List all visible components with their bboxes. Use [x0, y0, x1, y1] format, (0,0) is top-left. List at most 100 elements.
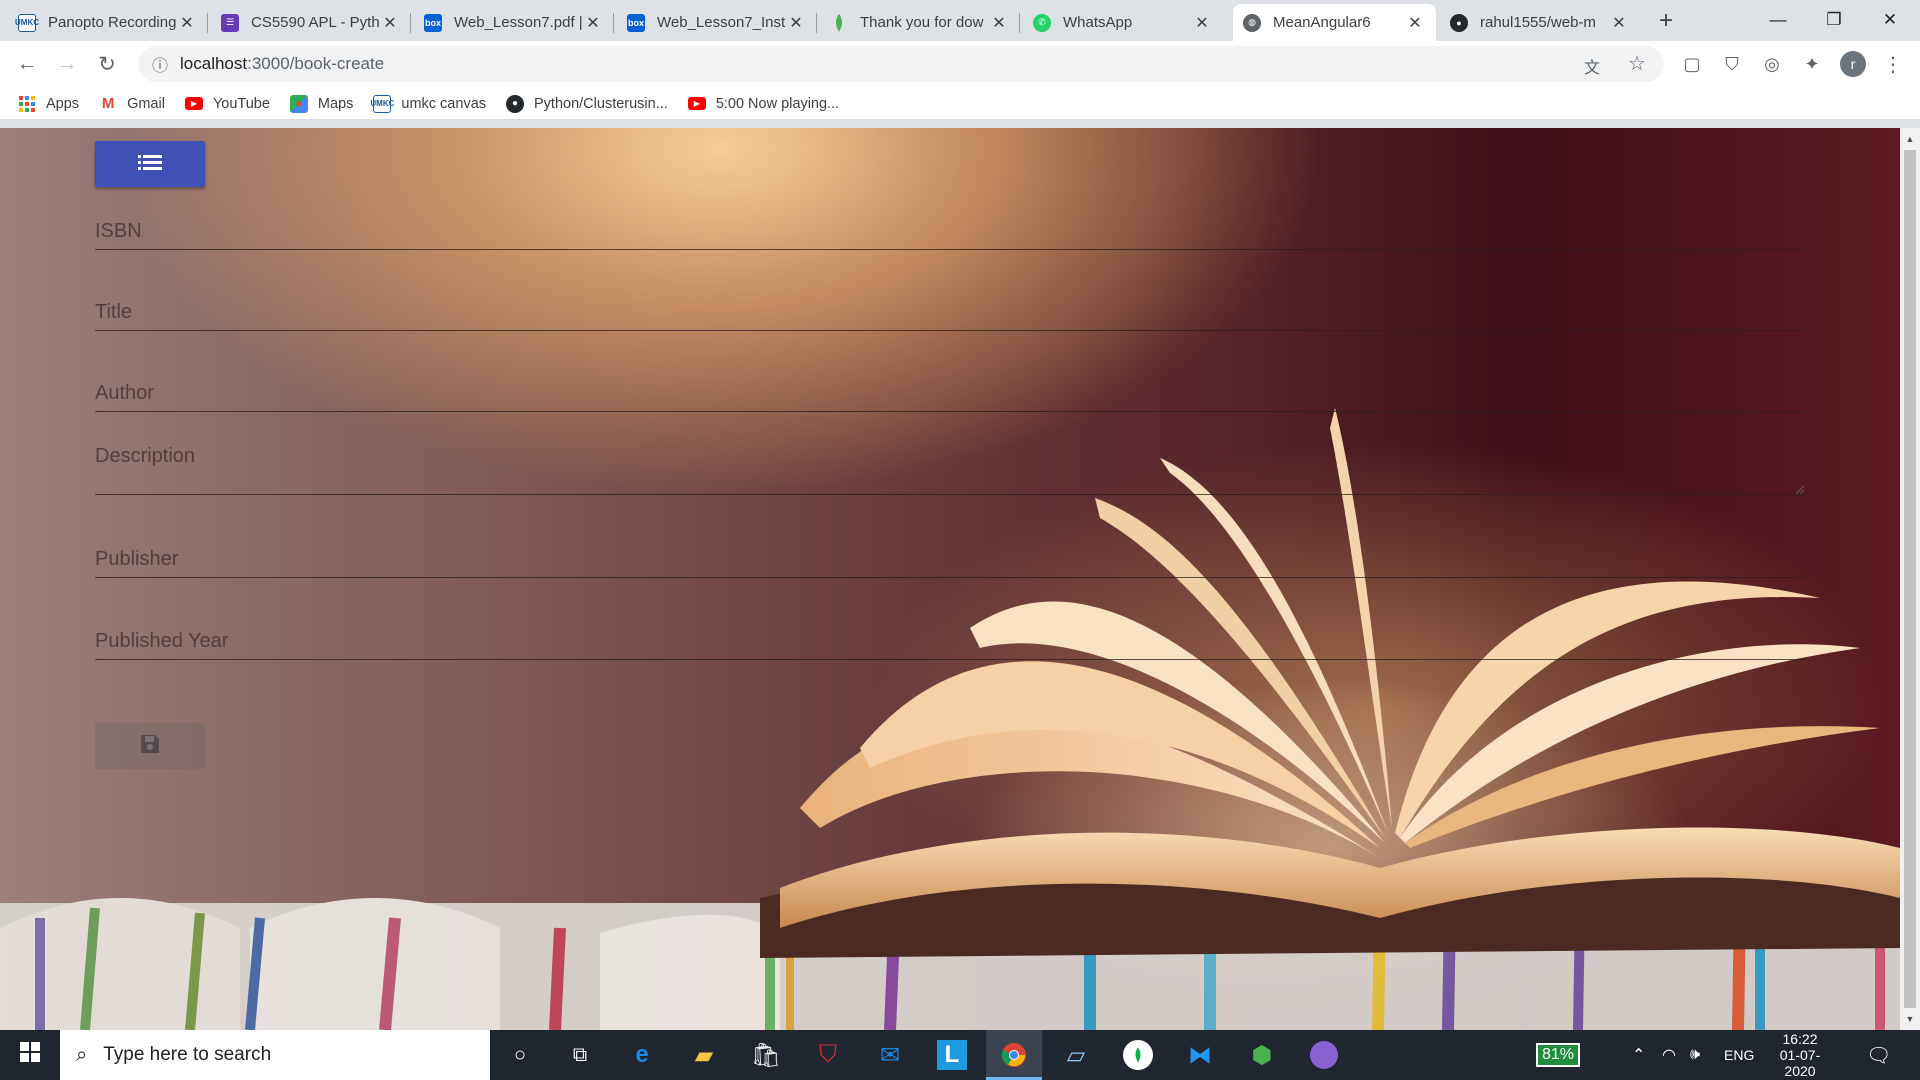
umkc-icon: UMKC: [370, 94, 394, 113]
l-app-icon[interactable]: L: [924, 1030, 980, 1080]
tab-title: Thank you for dow: [860, 14, 984, 31]
tab-cs5590[interactable]: ☰ CS5590 APL - Pyth ✕: [211, 4, 411, 41]
menu-kebab-icon[interactable]: ⋮: [1880, 51, 1906, 77]
youtube-icon: ▶: [184, 97, 203, 110]
new-tab-button[interactable]: +: [1652, 8, 1680, 36]
chrome-icon[interactable]: [986, 1030, 1042, 1080]
reload-button[interactable]: ↻: [89, 46, 125, 82]
cube-app-icon[interactable]: ⬢: [1234, 1030, 1290, 1080]
file-explorer-icon[interactable]: ▰: [676, 1030, 732, 1080]
author-field[interactable]: Author: [95, 372, 1805, 412]
list-menu-button[interactable]: [95, 141, 205, 187]
bookmark-youtube[interactable]: ▶ YouTube: [184, 96, 270, 112]
isbn-field[interactable]: ISBN: [95, 210, 1805, 250]
tab-panopto[interactable]: UMKC Panopto Recording ✕: [8, 4, 208, 41]
language-indicator[interactable]: ENG: [1724, 1030, 1754, 1080]
bookmark-umkc-canvas[interactable]: UMKC umkc canvas: [370, 94, 487, 113]
extension-circle-icon[interactable]: ◎: [1759, 51, 1785, 77]
minimize-button[interactable]: —: [1750, 0, 1806, 40]
close-icon[interactable]: ✕: [1610, 13, 1628, 33]
bookmark-label: Python/Clusterusin...: [534, 95, 668, 112]
task-view-icon[interactable]: ⧉: [552, 1030, 608, 1080]
mcafee-icon[interactable]: ⛉: [800, 1030, 856, 1080]
page-scrollbar[interactable]: ▲ ▼: [1900, 128, 1920, 1030]
info-icon[interactable]: ⓘ: [152, 52, 168, 76]
microsoft-store-icon[interactable]: 🛍: [738, 1030, 794, 1080]
github-desktop-icon[interactable]: [1296, 1030, 1352, 1080]
title-field[interactable]: Title: [95, 291, 1805, 331]
extensions-puzzle-icon[interactable]: ✦: [1799, 51, 1825, 77]
tab-thank-you[interactable]: Thank you for dow ✕: [820, 4, 1020, 41]
notifications-icon[interactable]: 🗨: [1866, 1030, 1891, 1080]
address-bar[interactable]: ⓘ localhost:3000/book-create 文 ☆: [138, 46, 1664, 82]
tab-web-lesson7-inst[interactable]: box Web_Lesson7_Inst ✕: [617, 4, 817, 41]
battery-indicator[interactable]: 81%: [1536, 1030, 1581, 1080]
bookmark-python-clusterusing[interactable]: ● Python/Clusterusin...: [506, 94, 668, 113]
title-label: Title: [95, 301, 133, 323]
scroll-up-arrow-icon[interactable]: ▲: [1900, 130, 1920, 148]
mongodb-compass-icon[interactable]: [1110, 1030, 1166, 1080]
bookmark-now-playing[interactable]: ▶ 5:00 Now playing...: [687, 96, 839, 112]
close-window-button[interactable]: ✕: [1862, 0, 1918, 40]
close-icon[interactable]: ✕: [178, 13, 196, 33]
vscode-icon[interactable]: ⧓: [1172, 1030, 1228, 1080]
close-icon[interactable]: ✕: [990, 13, 1008, 33]
publisher-field[interactable]: Publisher: [95, 538, 1805, 578]
forward-button[interactable]: →: [49, 46, 85, 82]
start-button[interactable]: [2, 1030, 58, 1080]
close-icon[interactable]: ✕: [1406, 13, 1424, 33]
browser-toolbar: ← → ↻ ⓘ localhost:3000/book-create 文 ☆ ▢…: [0, 41, 1920, 88]
scrollbar-thumb[interactable]: [1904, 150, 1916, 1008]
list-icon: [138, 153, 162, 176]
clock[interactable]: 16:22 01-07-2020: [1768, 1030, 1832, 1080]
publisher-label: Publisher: [95, 548, 179, 570]
box-icon: box: [627, 13, 645, 32]
description-field[interactable]: Description: [95, 435, 1805, 495]
translate-icon[interactable]: 文: [1584, 54, 1600, 78]
resize-handle-icon[interactable]: [1795, 482, 1805, 495]
tab-whatsapp[interactable]: ✆ WhatsApp ✕: [1023, 4, 1223, 41]
author-label: Author: [95, 382, 154, 404]
github-icon: ●: [506, 94, 525, 113]
scroll-down-arrow-icon[interactable]: ▼: [1900, 1010, 1920, 1028]
wifi-icon[interactable]: ◠: [1662, 1030, 1676, 1080]
tab-web-lesson7-pdf[interactable]: box Web_Lesson7.pdf | ✕: [414, 4, 614, 41]
close-icon[interactable]: ✕: [787, 13, 805, 33]
profile-avatar[interactable]: r: [1840, 51, 1866, 77]
tab-meanangular6[interactable]: ◍ MeanAngular6 ✕: [1233, 4, 1436, 41]
bookmark-label: Gmail: [127, 95, 165, 112]
cortana-circle-icon[interactable]: ○: [492, 1030, 548, 1080]
battery-level: 81%: [1536, 1043, 1581, 1067]
restore-button[interactable]: ❐: [1806, 0, 1862, 40]
published-year-field[interactable]: Published Year: [95, 620, 1805, 660]
windows-logo-icon: [20, 1041, 40, 1069]
notepad-icon[interactable]: ▱: [1048, 1030, 1104, 1080]
bookmarks-bar: Apps M Gmail ▶ YouTube ● Maps UMKC umkc …: [0, 88, 1920, 120]
save-floppy-icon: [139, 733, 161, 760]
mail-icon[interactable]: ✉: [862, 1030, 918, 1080]
bookmark-label: umkc canvas: [401, 95, 487, 112]
back-button[interactable]: ←: [9, 46, 45, 82]
taskbar-search-box[interactable]: ⌕ Type here to search: [60, 1030, 490, 1080]
tab-title: MeanAngular6: [1273, 14, 1371, 31]
edge-icon[interactable]: e: [614, 1030, 670, 1080]
bookmark-apps[interactable]: Apps: [18, 95, 79, 113]
bookmark-star-icon[interactable]: ☆: [1628, 51, 1646, 76]
mongodb-leaf-icon: [830, 13, 848, 32]
close-icon[interactable]: ✕: [1193, 13, 1211, 33]
bookmark-gmail[interactable]: M Gmail: [99, 95, 165, 113]
github-icon: ●: [1450, 13, 1468, 32]
save-button[interactable]: [95, 723, 205, 769]
volume-icon[interactable]: 🕪: [1690, 1030, 1700, 1080]
address-host: localhost: [180, 54, 248, 73]
close-icon[interactable]: ✕: [584, 13, 602, 33]
address-path: :3000/book-create: [247, 54, 385, 73]
close-icon[interactable]: ✕: [381, 13, 399, 33]
tab-github[interactable]: ● rahul1555/web-m ✕: [1440, 4, 1640, 41]
tab-title: Web_Lesson7_Inst: [657, 14, 786, 31]
book-create-page: ISBN Title Author Description Publisher …: [0, 128, 1900, 1030]
extension-square-icon[interactable]: ▢: [1679, 51, 1705, 77]
shield-icon[interactable]: ⛉: [1719, 51, 1745, 77]
show-hidden-icons-chevron-icon[interactable]: ⌃: [1632, 1030, 1645, 1080]
bookmark-maps[interactable]: ● Maps: [289, 94, 353, 113]
